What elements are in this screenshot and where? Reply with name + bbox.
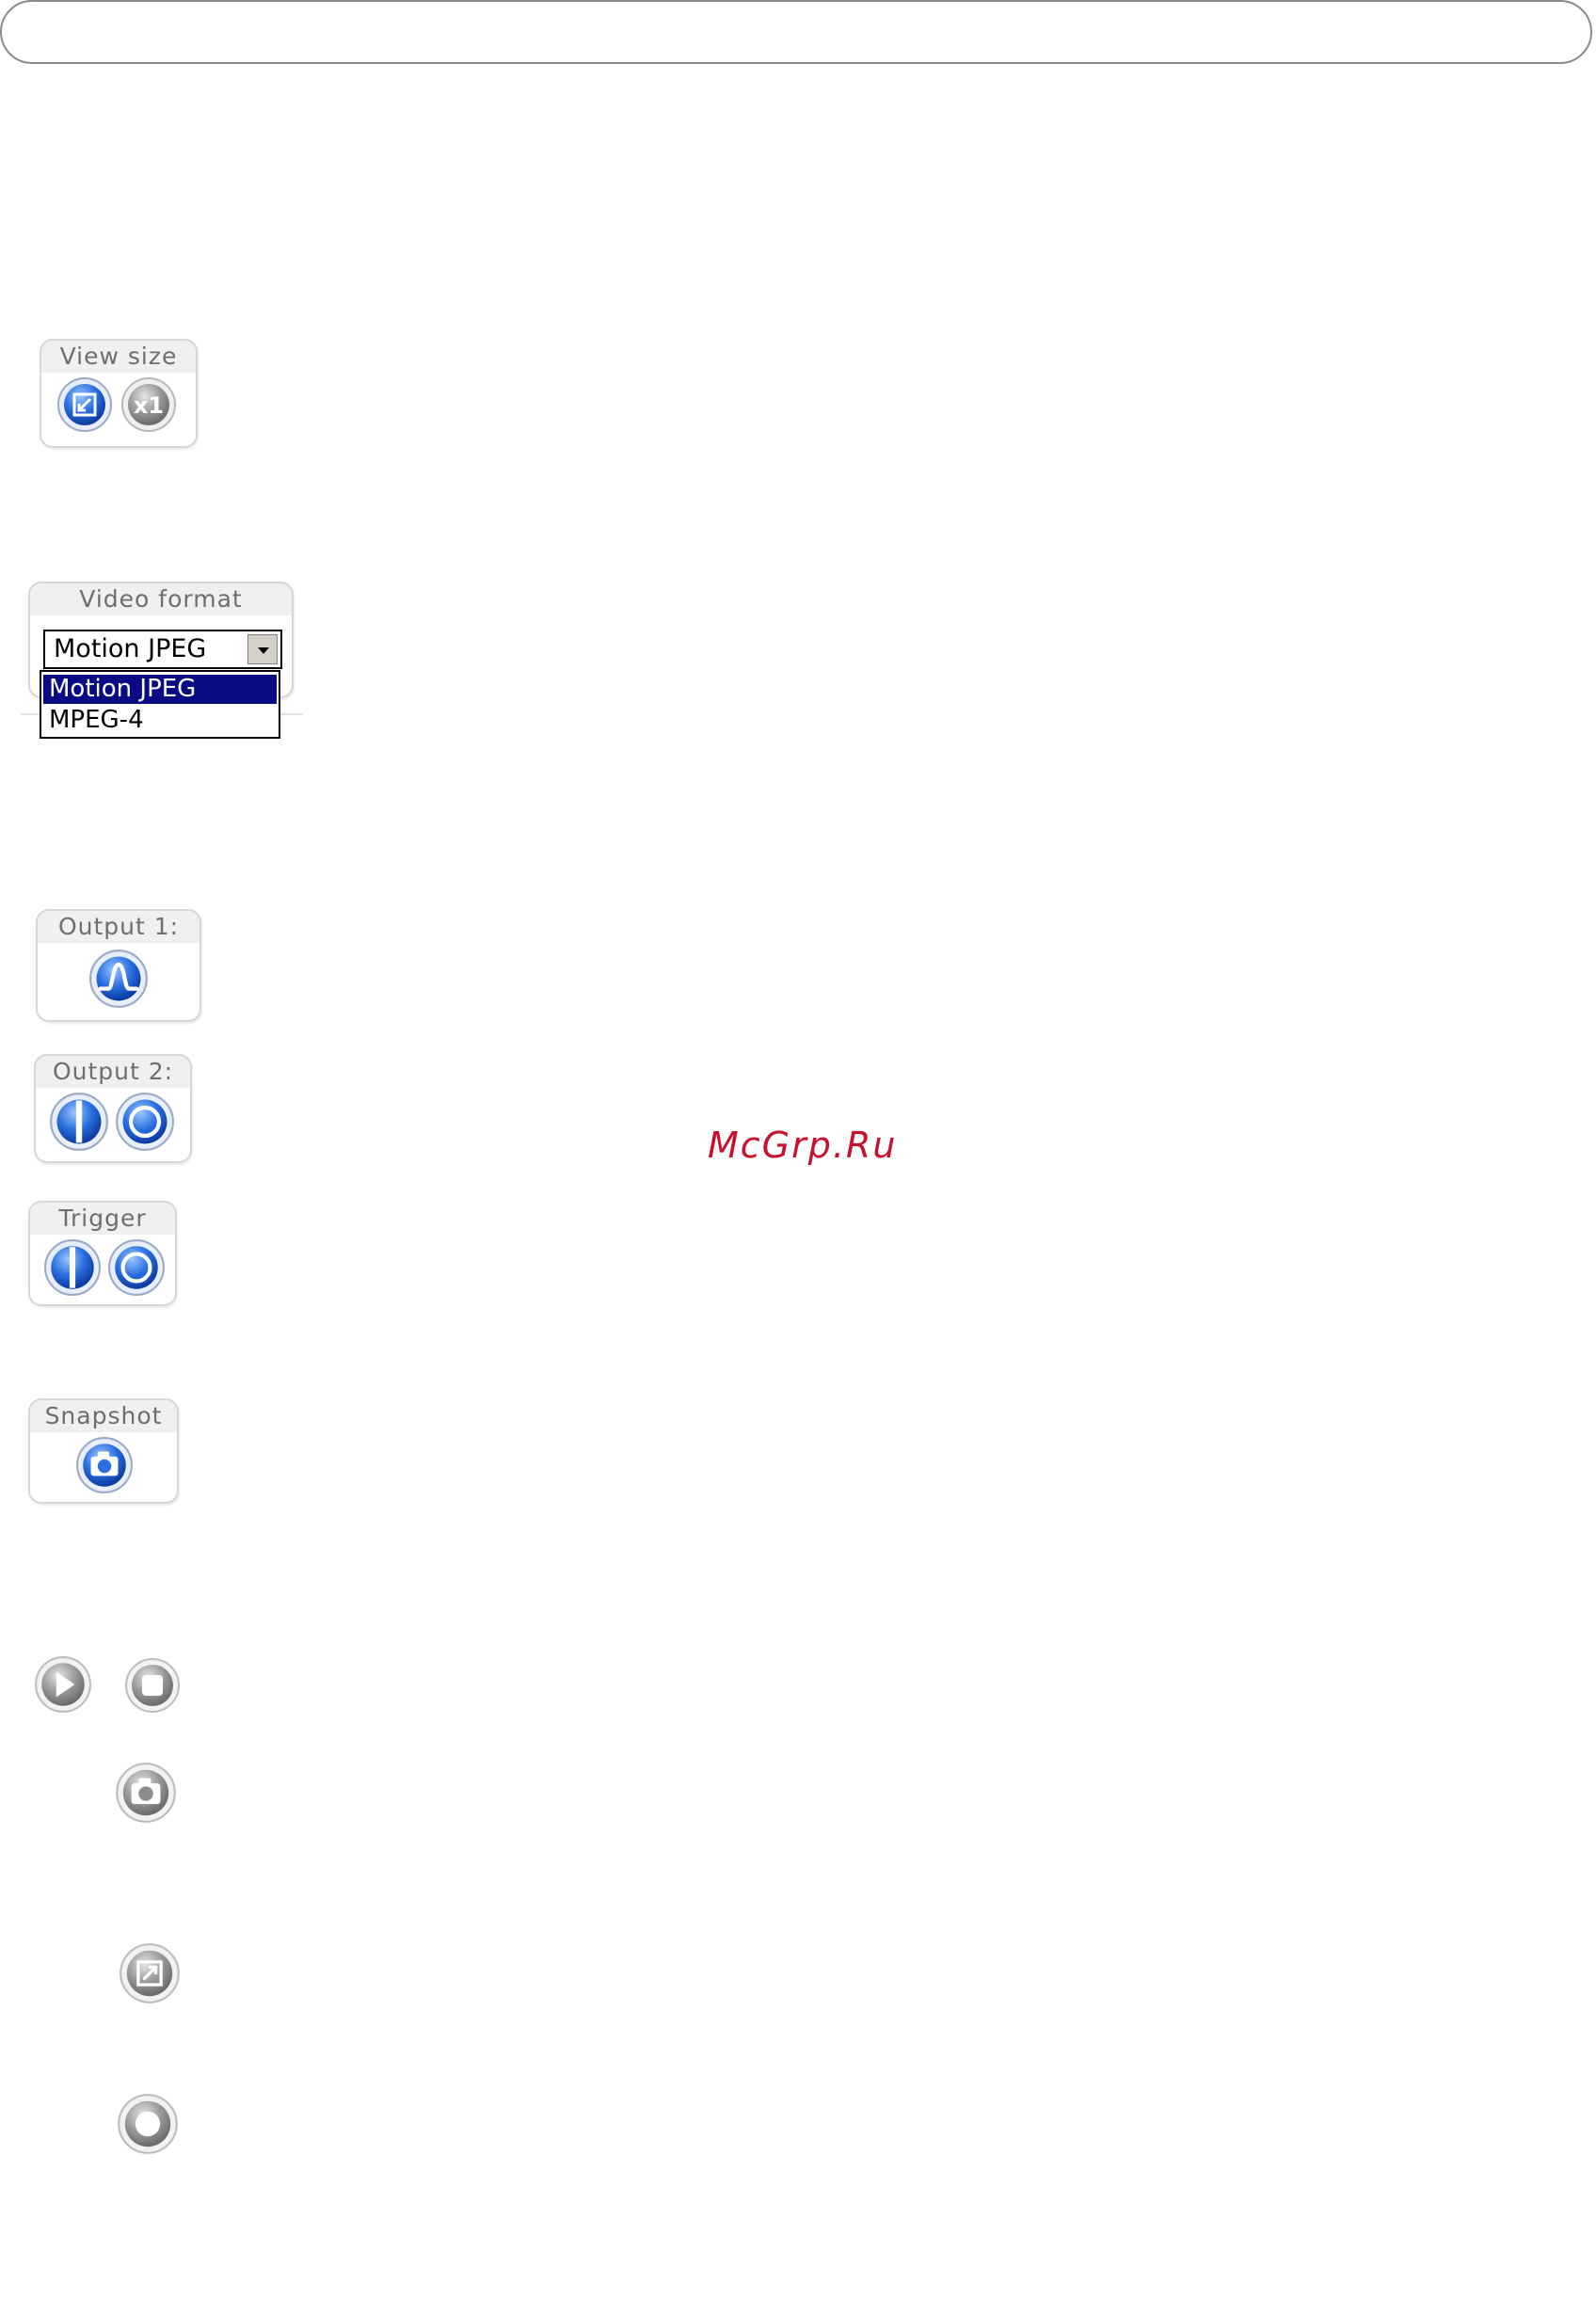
video-format-dropdown-list[interactable]: Motion JPEG MPEG-4	[40, 670, 280, 739]
on-icon[interactable]	[49, 1092, 109, 1152]
on-icon[interactable]	[43, 1238, 102, 1297]
option-mpeg4[interactable]: MPEG-4	[43, 706, 277, 735]
play-icon[interactable]	[34, 1655, 92, 1714]
fit-window-icon[interactable]	[56, 376, 113, 433]
output2-panel: Output 2:	[34, 1054, 192, 1163]
top-header-bar	[0, 0, 1592, 64]
pulse-icon[interactable]	[88, 949, 149, 1009]
snapshot-panel: Snapshot	[28, 1398, 179, 1504]
camera-icon[interactable]	[75, 1436, 134, 1494]
view-size-panel: View size x1	[40, 339, 198, 448]
svg-text:x1: x1	[134, 392, 164, 419]
trigger-title: Trigger	[30, 1203, 175, 1235]
trigger-panel: Trigger	[28, 1201, 177, 1306]
snapshot-title: Snapshot	[30, 1400, 177, 1432]
output1-title: Output 1:	[38, 911, 200, 943]
fullscreen-icon[interactable]	[119, 1942, 181, 2004]
output1-panel: Output 1:	[36, 909, 201, 1022]
view-size-title: View size	[41, 341, 196, 373]
watermark: McGrp.Ru	[708, 1125, 898, 1166]
video-format-select[interactable]: Motion JPEG	[43, 630, 282, 669]
video-format-selected-value: Motion JPEG	[54, 634, 207, 663]
off-icon[interactable]	[115, 1092, 175, 1152]
off-icon[interactable]	[107, 1238, 166, 1297]
record-icon[interactable]	[117, 2093, 179, 2155]
video-format-title: Video format	[30, 583, 292, 615]
x1-icon[interactable]: x1	[120, 376, 177, 433]
camera-icon[interactable]	[115, 1762, 177, 1824]
chevron-down-icon[interactable]	[247, 634, 278, 664]
stop-icon[interactable]	[124, 1657, 181, 1714]
output2-title: Output 2:	[36, 1056, 190, 1088]
option-motion-jpeg[interactable]: Motion JPEG	[42, 674, 278, 705]
